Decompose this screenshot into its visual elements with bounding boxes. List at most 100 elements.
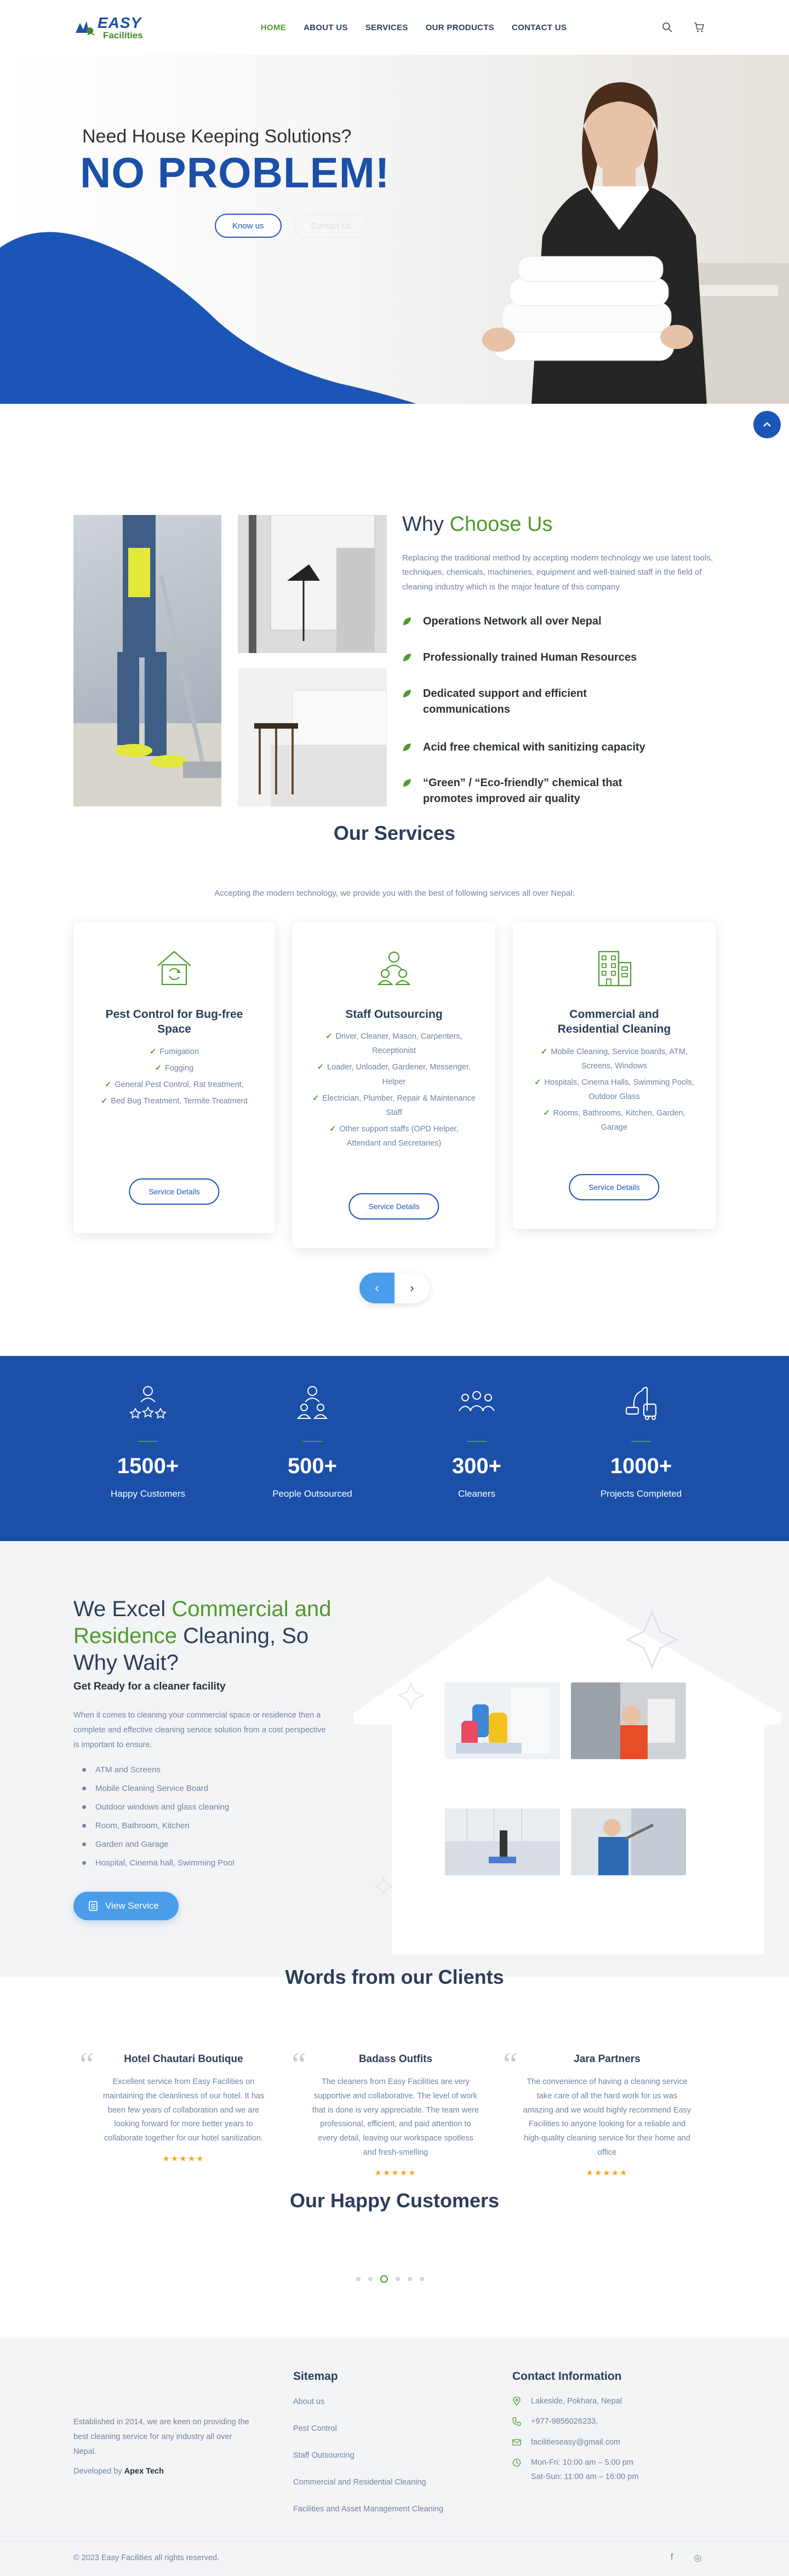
service-card-list: ✓ Mobile Cleaning, Service boards, ATM, S… [532, 1045, 696, 1135]
rating-stars: ★★★★★ [374, 2168, 417, 2178]
footer-link-staff-outsourcing[interactable]: Staff Outsourcing [293, 2451, 443, 2460]
stat-label: Projects Completed [600, 1489, 682, 1499]
excel-subtitle: Get Ready for a cleaner facility [73, 1681, 226, 1692]
leaf-icon [403, 654, 411, 661]
carousel-dot[interactable] [408, 2277, 412, 2281]
vacuum-cleaner-icon [625, 1387, 657, 1420]
footer-link-pest-control[interactable]: Pest Control [293, 2424, 443, 2433]
carousel-next-button[interactable]: › [395, 1273, 430, 1303]
stat-divider [631, 1441, 651, 1442]
testimonial-name: Hotel Chautari Boutique [124, 2053, 243, 2065]
stat-value: 1500+ [117, 1454, 179, 1478]
footer-link-about-us[interactable]: About us [293, 2397, 443, 2406]
why-photo-vacuum-cleaning [73, 515, 221, 806]
stat-divider [138, 1441, 158, 1442]
why-feature-text: Operations Network all over Nepal [423, 615, 602, 627]
footer-email-text: facilitieseasy@gmail.com [531, 2437, 620, 2447]
why-feature-item: Professionally trained Human Resources [402, 650, 637, 666]
service-card-item: ✓ Hospitals, Cinema Halls, Swimming Pools… [534, 1078, 694, 1101]
logo[interactable]: EASY Facilities [73, 15, 143, 40]
logo-text-bottom: Facilities [103, 30, 143, 41]
excel-cleaning-section: We Excel Commercial and Residence Cleani… [0, 1541, 789, 1977]
service-card-list: ✓ Driver, Cleaner, Mason, Carpenters, Rec… [312, 1029, 476, 1150]
excel-list-item: ATM and Screens [82, 1766, 234, 1774]
footer-sitemap-links: About us Pest Control Staff Outsourcing … [293, 2397, 443, 2532]
service-card-title: Pest Control for Bug-free Space [105, 1008, 243, 1036]
cart-icon[interactable] [694, 22, 705, 33]
stat-divider [302, 1441, 322, 1442]
footer-phone[interactable]: +977-9856026233, [512, 2415, 638, 2429]
leaf-icon [403, 617, 411, 625]
service-card-item: ✓ General Pest Control, Rat treatment, [105, 1080, 244, 1089]
why-title-accent: Choose Us [449, 513, 553, 536]
site-footer: Established in 2014, we are keen on prov… [0, 2338, 789, 2576]
contact-us-button[interactable]: Contact Us [293, 214, 369, 238]
know-us-button[interactable]: Know us [215, 214, 282, 238]
document-list-icon [89, 1901, 98, 1911]
footer-link-commercial-residential[interactable]: Commercial and Residential Cleaning [293, 2478, 443, 2487]
clock-icon [512, 2458, 521, 2467]
service-details-button[interactable]: Service Details [348, 1193, 439, 1220]
why-feature-item: Operations Network all over Nepal [402, 614, 602, 629]
nav-our-products[interactable]: OUR PRODUCTS [426, 23, 494, 32]
footer-address-text: Lakeside, Pokhara, Nepal [531, 2397, 622, 2406]
facebook-icon[interactable]: f [671, 2552, 673, 2563]
footer-address: Lakeside, Pokhara, Nepal [512, 2395, 638, 2408]
carousel-dot[interactable] [420, 2277, 424, 2281]
service-card-commercial-residential: Commercial and Residential Cleaning ✓ Mob… [513, 922, 716, 1229]
service-card-item: ✓ Electrician, Plumber, Repair & Maintena… [312, 1094, 476, 1117]
logo-icon [76, 21, 95, 36]
phone-icon [512, 2417, 521, 2426]
service-card-title: Commercial and Residential Cleaning [557, 1008, 671, 1036]
why-feature-text: Professionally trained Human Resources [423, 651, 637, 663]
testimonial-name: Jara Partners [574, 2053, 641, 2065]
why-feature-text: “Green” / “Eco-friendly” chemical that p… [423, 777, 622, 805]
why-feature-text: Dedicated support and efficient communic… [423, 688, 587, 715]
excel-title-part: We Excel [73, 1597, 172, 1621]
search-icon[interactable] [662, 22, 673, 33]
cleaners-group-icon [459, 1391, 495, 1411]
why-title-plain: Why [402, 513, 450, 536]
excel-description: When it comes to cleaning your commercia… [73, 1711, 326, 1749]
nav-services[interactable]: SERVICES [365, 23, 408, 32]
why-feature-text: Acid free chemical with sanitizing capac… [423, 741, 645, 753]
stat-projects-completed: 1000+ Projects Completed [564, 1356, 718, 1499]
main-nav: HOME ABOUT US SERVICES OUR PRODUCTS CONT… [261, 23, 567, 32]
carousel-dot[interactable] [356, 2277, 361, 2281]
testimonial-text: The convenience of having a cleaning ser… [523, 2077, 691, 2157]
happy-customers-title: Our Happy Customers [289, 2189, 500, 2212]
footer-developer-link[interactable]: Apex Tech [124, 2467, 164, 2476]
footer-hours: Mon-Fri: 10:00 am – 5:00 pm Sat-Sun: 11:0… [512, 2456, 638, 2484]
instagram-icon[interactable]: ◎ [694, 2552, 701, 2563]
stat-people-outsourced: 500+ People Outsourced [236, 1356, 389, 1499]
view-service-button[interactable]: View Service [73, 1892, 179, 1920]
copyright-text: © 2023 Easy Facilities all rights reserv… [73, 2554, 220, 2562]
quote-icon: “ [79, 2046, 94, 2082]
service-details-button[interactable]: Service Details [129, 1178, 220, 1205]
excel-title: We Excel Commercial and Residence Cleani… [73, 1596, 358, 1676]
customers-stars-icon [129, 1386, 167, 1419]
carousel-dot[interactable] [368, 2277, 373, 2281]
carousel-dot-active[interactable] [380, 2275, 388, 2283]
footer-bottom-bar: © 2023 Easy Facilities all rights reserv… [0, 2541, 789, 2576]
stat-divider [467, 1441, 487, 1442]
testimonials-title: Words from our Clients [285, 1966, 504, 1988]
footer-developer-prefix: Developed by [73, 2467, 124, 2476]
nav-home[interactable]: HOME [261, 23, 286, 32]
view-service-label: View Service [105, 1900, 159, 1911]
service-details-button[interactable]: Service Details [569, 1174, 660, 1200]
testimonial-card: “ Badass Outfits The cleaners from Easy … [291, 2048, 494, 2178]
buildings-icon [598, 951, 632, 987]
nav-about-us[interactable]: ABOUT US [304, 23, 348, 32]
why-choose-us-title: Why Choose Us [402, 513, 553, 536]
footer-link-facilities-asset[interactable]: Facilities and Asset Management Cleaning [293, 2505, 443, 2514]
nav-contact-us[interactable]: CONTACT US [512, 23, 567, 32]
quote-icon: “ [291, 2046, 306, 2082]
carousel-prev-button[interactable]: ‹ [359, 1273, 395, 1303]
carousel-dot[interactable] [396, 2277, 400, 2281]
scroll-to-top-button[interactable] [753, 411, 781, 438]
hero-banner: Need House Keeping Solutions? NO PROBLEM… [0, 55, 789, 404]
chevron-up-icon [763, 422, 771, 427]
email-icon [512, 2439, 521, 2446]
footer-email[interactable]: facilitieseasy@gmail.com [512, 2436, 638, 2449]
